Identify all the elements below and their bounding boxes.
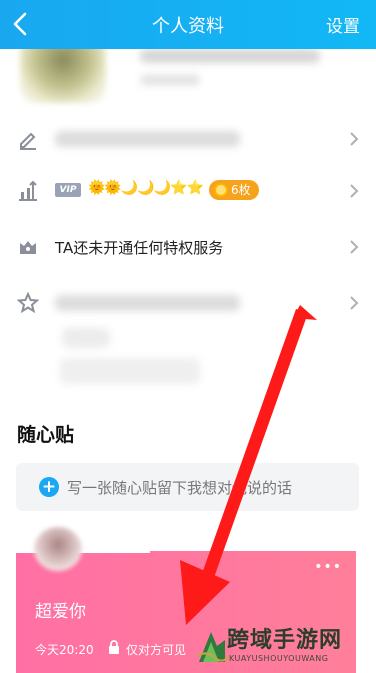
star-icon — [17, 292, 39, 314]
signature-row[interactable] — [0, 114, 376, 166]
nickname-blurred — [140, 49, 320, 63]
settings-button[interactable]: 设置 — [326, 12, 360, 37]
level-up-icon — [19, 180, 37, 201]
lock-icon — [109, 640, 119, 654]
privacy-label: 仅对方可见 — [126, 643, 187, 657]
watermark-title: 跨域手游网 — [227, 628, 343, 653]
level-icons: 🌞🌞🌙🌙🌙⭐⭐ — [88, 180, 204, 196]
pencil-icon — [20, 132, 36, 150]
logo-icon — [196, 632, 229, 662]
coin-count: 6枚 — [231, 183, 251, 197]
privilege-text: TA还未开通任何特权服务 — [55, 239, 224, 257]
signature-blurred — [55, 131, 240, 147]
chevron-right-icon — [350, 184, 359, 198]
privilege-row[interactable]: TA还未开通任何特权服务 — [0, 222, 376, 274]
watermark-logo: 跨域手游网 KUAYUSHOUYOUWANG — [195, 622, 373, 668]
note-hint: 写一张随心贴留下我想对他说的话 — [67, 479, 293, 497]
tag-blurred — [60, 358, 200, 384]
avatar[interactable] — [20, 49, 106, 103]
avatar — [34, 527, 82, 571]
top-bar: 个人资料 设置 — [0, 0, 376, 49]
chevron-right-icon — [350, 132, 359, 146]
level-row[interactable]: VIP 🌞🌞🌙🌙🌙⭐⭐ 6枚 — [0, 166, 376, 218]
watermark-subtitle: KUAYUSHOUYOUWANG — [229, 654, 329, 663]
section-title: 随心贴 — [17, 424, 75, 446]
tags-row[interactable] — [0, 278, 376, 388]
tag-blurred — [55, 295, 240, 311]
page-title: 个人资料 — [152, 16, 224, 37]
plus-icon: + — [39, 477, 59, 497]
note-time: 今天20:20 — [35, 643, 94, 657]
tag-blurred — [62, 328, 110, 348]
vip-badge: VIP — [55, 183, 81, 197]
note-message: 超爱你 — [35, 602, 86, 622]
id-blurred — [140, 75, 200, 85]
coin-badge: 6枚 — [209, 180, 259, 200]
crown-icon — [20, 241, 36, 254]
chevron-right-icon — [350, 296, 359, 310]
card-avatar-area — [16, 527, 150, 571]
profile-summary — [0, 49, 376, 109]
chevron-right-icon — [350, 240, 359, 254]
coin-icon — [214, 183, 228, 197]
more-icon[interactable]: ••• — [314, 559, 342, 575]
note-input[interactable]: + 写一张随心贴留下我想对他说的话 — [16, 463, 359, 511]
